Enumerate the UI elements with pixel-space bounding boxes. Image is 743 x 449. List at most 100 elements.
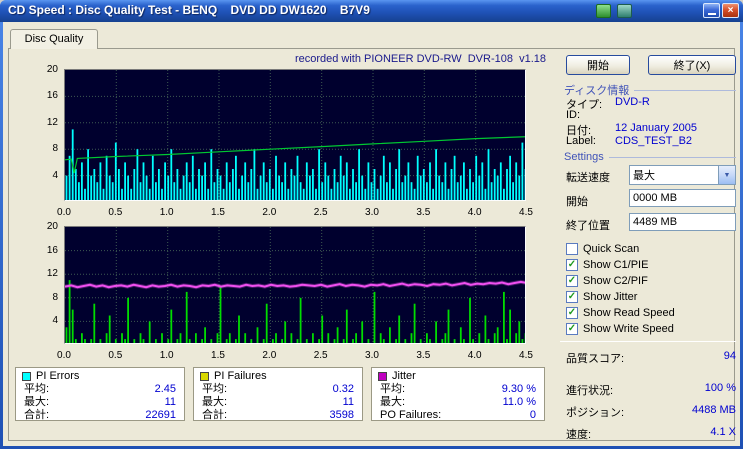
- y-tick-label: 16: [46, 244, 58, 256]
- checkbox-label: Show Jitter: [583, 291, 638, 303]
- pi-errors-stats-panel: PI Errors 平均: 2.45 最大: 11 合計: 22691: [15, 367, 185, 421]
- x-tick-label: 3.0: [365, 207, 379, 218]
- pi-failures-stats-panel: PI Failures 平均: 0.32 最大: 11 合計: 3598: [193, 367, 363, 421]
- speed-value: 4.1 X: [710, 426, 736, 438]
- checkbox-label: Show C2/PIF: [583, 275, 648, 287]
- stat-row: PO Failures: 0: [380, 409, 536, 421]
- start-position-label: 開始: [566, 196, 588, 208]
- minimize-icon: [707, 13, 716, 15]
- window-title: CD Speed : Disc Quality Test - BENQ DVD …: [8, 3, 370, 17]
- x-tick-label: 0.0: [57, 350, 71, 361]
- transfer-speed-select[interactable]: 最大 ▼: [629, 165, 736, 185]
- x-tick-label: 4.5: [519, 350, 533, 361]
- stat-row: 最大: 11.0 %: [380, 396, 536, 408]
- x-tick-label: 2.0: [262, 350, 277, 361]
- panel-separator: [560, 341, 736, 342]
- window-client-area: Disc Quality recorded with PIONEER DVD-R…: [3, 22, 740, 446]
- y-tick-label: 20: [46, 221, 58, 232]
- checkbox-box[interactable]: ✓: [566, 323, 578, 335]
- tab-page: recorded with PIONEER DVD-RW DVR-108 v1.…: [8, 48, 736, 441]
- checkbox-label: Show C1/PIE: [583, 259, 649, 271]
- checkbox-label: Show Write Speed: [583, 323, 674, 335]
- checkbox-box[interactable]: ✓: [566, 275, 578, 287]
- x-tick-label: 2.0: [262, 207, 277, 218]
- chevron-down-icon: ▼: [723, 171, 731, 179]
- checkbox-show-c1-pie[interactable]: ✓ Show C1/PIE: [566, 258, 648, 272]
- x-tick-label: 3.5: [416, 207, 431, 218]
- stat-row: 最大: 11: [202, 396, 354, 408]
- stat-row: 平均: 2.45: [24, 383, 176, 395]
- x-tick-label: 2.5: [313, 350, 328, 361]
- start-position-input[interactable]: [629, 189, 736, 207]
- x-tick-label: 1.0: [159, 207, 174, 218]
- stat-row: 平均: 0.32: [202, 383, 354, 395]
- x-tick-label: 3.5: [416, 350, 431, 361]
- settings-header: Settings: [564, 151, 736, 163]
- minimize-button[interactable]: [703, 3, 720, 18]
- checkbox-box[interactable]: ✓: [566, 291, 578, 303]
- speed-label: 速度:: [566, 429, 592, 441]
- x-tick-label: 1.5: [211, 207, 225, 218]
- disc-type-value: DVD-R: [615, 96, 650, 108]
- titlebar-monitor-icon[interactable]: [617, 4, 632, 18]
- x-tick-label: 2.5: [313, 207, 328, 218]
- progress-label: 進行状況:: [566, 385, 614, 397]
- checkbox-show-read-speed[interactable]: ✓ Show Read Speed: [566, 306, 675, 320]
- quality-score-value: 94: [723, 350, 736, 362]
- checkbox-show-write-speed[interactable]: ✓ Show Write Speed: [566, 322, 674, 336]
- stat-row: 最大: 11: [24, 396, 176, 408]
- titlebar[interactable]: CD Speed : Disc Quality Test - BENQ DVD …: [0, 0, 743, 22]
- y-tick-label: 12: [46, 268, 58, 280]
- checkbox-quick-scan[interactable]: Quick Scan: [566, 242, 639, 256]
- pi-failures-stats-title: PI Failures: [214, 370, 267, 382]
- y-tick-label: 4: [52, 169, 58, 181]
- pi-errors-stats-title: PI Errors: [36, 370, 80, 382]
- quality-score-label: 品質スコア:: [566, 353, 625, 365]
- y-tick-label: 20: [46, 64, 58, 75]
- app-window: CD Speed : Disc Quality Test - BENQ DVD …: [0, 0, 743, 449]
- disc-label-label: Label:: [566, 135, 596, 147]
- start-button[interactable]: 開始: [566, 55, 630, 75]
- pi-failures-legend-swatch: [200, 371, 209, 381]
- exit-button[interactable]: 終了(X): [648, 55, 736, 75]
- pi-failures-chart: [64, 226, 526, 344]
- checkbox-box[interactable]: [566, 243, 578, 255]
- header-rule: [634, 89, 736, 91]
- position-label: ポジション:: [566, 407, 625, 419]
- end-position-input[interactable]: [629, 213, 736, 231]
- tab-disc-quality[interactable]: Disc Quality: [10, 29, 98, 49]
- combo-arrow-button[interactable]: ▼: [718, 166, 735, 184]
- x-tick-label: 3.0: [365, 350, 379, 361]
- x-tick-label: 1.5: [211, 350, 225, 361]
- y-tick-label: 16: [46, 90, 58, 102]
- x-tick-label: 0.5: [108, 350, 123, 361]
- checkbox-show-jitter[interactable]: ✓ Show Jitter: [566, 290, 637, 304]
- x-tick-label: 4.5: [519, 207, 533, 218]
- checkbox-label: Show Read Speed: [583, 307, 675, 319]
- y-tick-label: 12: [46, 116, 58, 128]
- jitter-stats-panel: Jitter 平均: 9.30 % 最大: 11.0 % PO Failures: 0: [371, 367, 545, 421]
- titlebar-disc-icon[interactable]: [596, 4, 611, 18]
- disc-id-label: ID:: [566, 109, 581, 121]
- checkbox-box[interactable]: ✓: [566, 259, 578, 271]
- progress-value: 100 %: [704, 382, 736, 394]
- jitter-stats-title: Jitter: [392, 370, 416, 382]
- x-tick-label: 1.0: [159, 350, 174, 361]
- pi-errors-chart: [64, 69, 526, 201]
- disc-date-value: 12 January 2005: [615, 122, 697, 134]
- checkbox-label: Quick Scan: [583, 243, 640, 255]
- transfer-speed-value: 最大: [633, 170, 655, 182]
- disc-label-value: CDS_TEST_B2: [615, 135, 693, 147]
- y-tick-label: 4: [52, 315, 58, 327]
- stat-row: 合計: 22691: [24, 409, 176, 421]
- checkbox-box[interactable]: ✓: [566, 307, 578, 319]
- header-rule: [608, 156, 736, 158]
- close-button[interactable]: ×: [722, 3, 739, 18]
- checkbox-show-c2-pif[interactable]: ✓ Show C2/PIF: [566, 274, 648, 288]
- transfer-speed-label: 転送速度: [566, 172, 610, 184]
- pi-errors-legend-swatch: [22, 371, 31, 381]
- stat-row: 平均: 9.30 %: [380, 383, 536, 395]
- recorded-with-text: recorded with PIONEER DVD-RW DVR-108 v1.…: [294, 53, 546, 65]
- end-position-label: 終了位置: [566, 220, 610, 232]
- jitter-legend-swatch: [378, 371, 387, 381]
